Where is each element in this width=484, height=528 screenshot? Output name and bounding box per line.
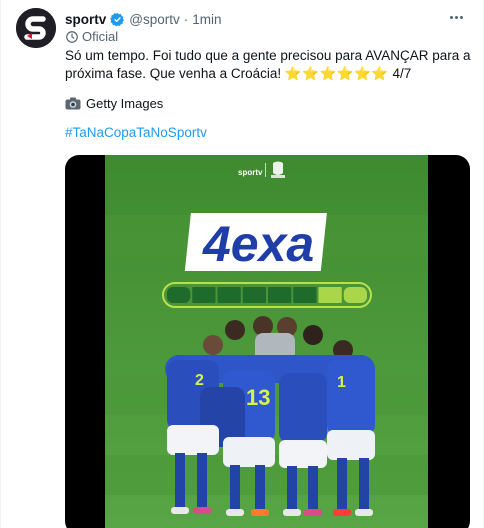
verified-badge-icon xyxy=(110,12,125,26)
photo-illustration: sportv 4exa 13 2 1 xyxy=(105,155,428,528)
tweet-card[interactable]: sportv @sportv · 1min Oficial Só um temp… xyxy=(0,0,484,528)
headline-banner: 4exa xyxy=(184,213,327,272)
media-image[interactable]: sportv 4exa 13 2 1 xyxy=(65,155,470,528)
team-photo: sportv 4exa 13 2 1 xyxy=(105,155,428,528)
progress-segment xyxy=(242,287,266,303)
display-name[interactable]: sportv xyxy=(65,12,106,27)
official-badge-icon xyxy=(66,30,78,43)
tweet-text: Só um tempo. Foi tudo que a gente precis… xyxy=(65,47,475,83)
brand-left: sportv xyxy=(238,168,263,177)
timestamp[interactable]: 1min xyxy=(192,12,221,27)
credit-text: Getty Images xyxy=(86,96,164,111)
progress-segment xyxy=(293,287,317,303)
jersey-number-13: 13 xyxy=(246,385,270,410)
official-text: Oficial xyxy=(82,29,119,44)
avatar[interactable] xyxy=(16,8,56,48)
progress-segment xyxy=(268,287,292,303)
handle[interactable]: @sportv xyxy=(129,12,179,27)
sportv-logo xyxy=(16,8,56,48)
photo-credit: Getty Images xyxy=(65,96,163,111)
progress-segment xyxy=(167,287,191,303)
jersey-number-2: 2 xyxy=(195,372,204,389)
jersey-number-1: 1 xyxy=(337,374,346,391)
stars-rating: ⭐⭐⭐⭐⭐⭐ xyxy=(284,66,389,81)
headline-text: 4exa xyxy=(202,216,314,272)
world-cup-emblem-icon xyxy=(271,161,285,178)
camera-icon xyxy=(65,97,81,110)
progress-segment xyxy=(343,287,367,303)
progress-segment xyxy=(192,287,216,303)
tweet-header: sportv @sportv · 1min xyxy=(65,10,222,28)
progress-segment xyxy=(217,287,241,303)
stars-count: 4/7 xyxy=(392,66,412,81)
official-label: Oficial xyxy=(65,29,118,44)
more-options-icon[interactable] xyxy=(447,10,465,24)
separator: · xyxy=(183,11,189,27)
progress-segment xyxy=(318,287,342,303)
hashtag-link[interactable]: #TaNaCopaTaNoSportv xyxy=(65,125,207,140)
